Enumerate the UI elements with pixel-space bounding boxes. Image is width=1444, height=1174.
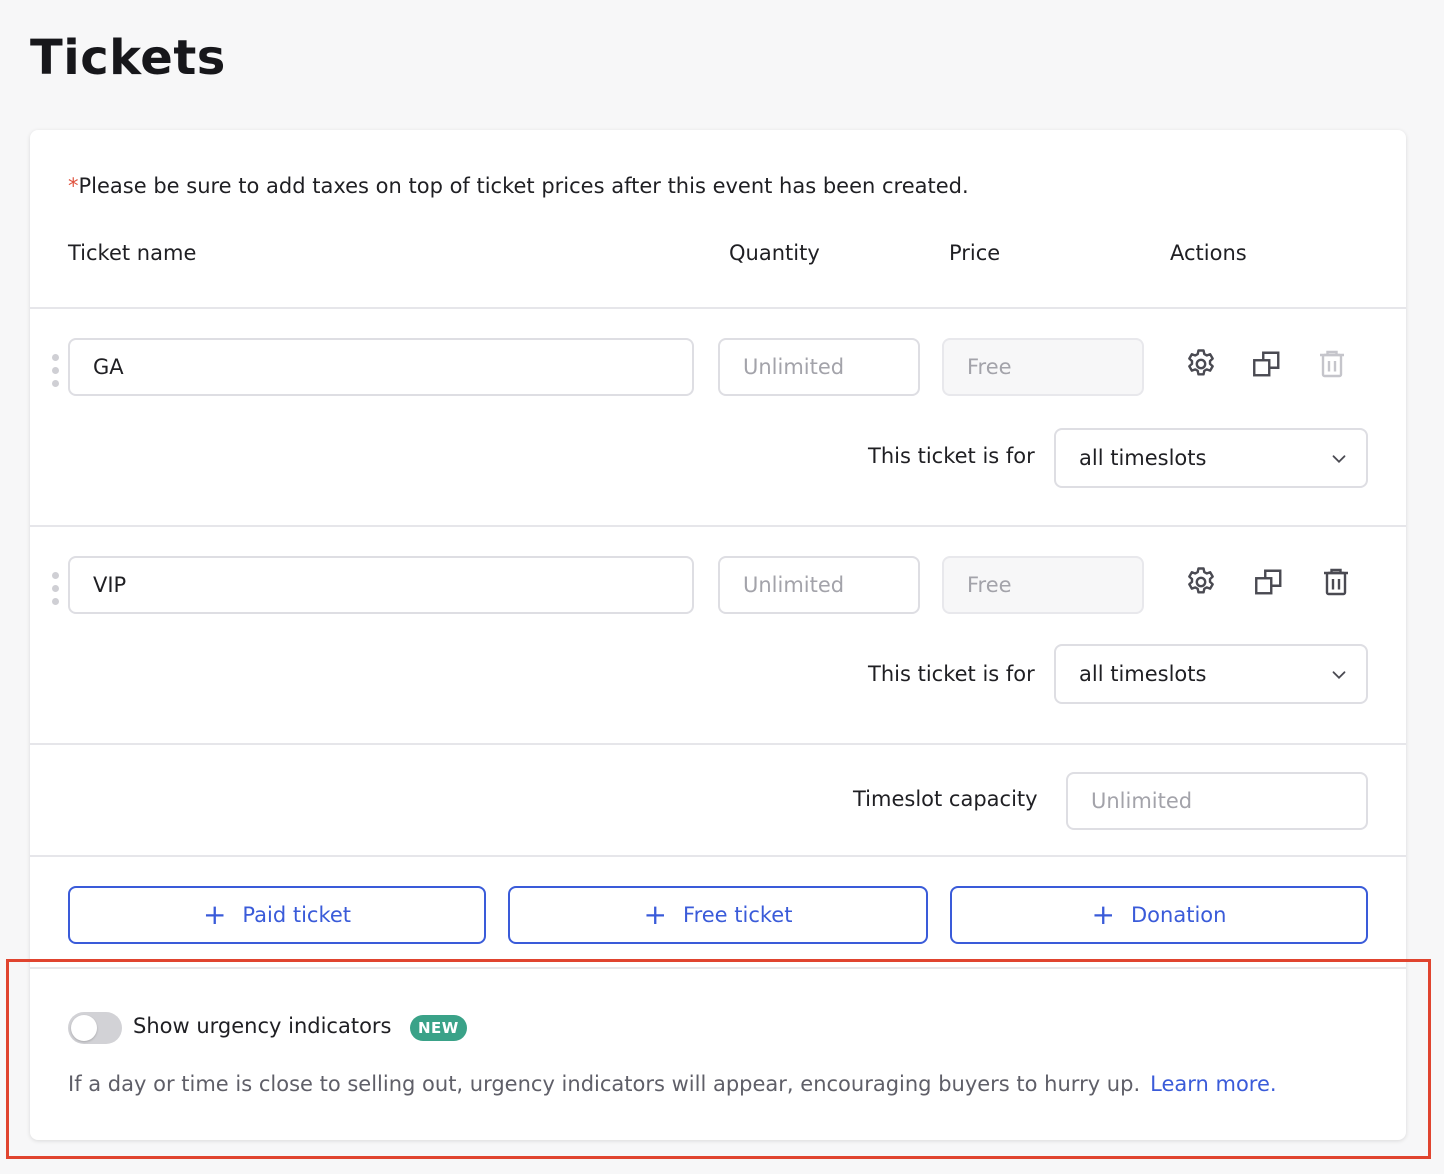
duplicate-icon[interactable]: [1247, 344, 1287, 384]
ticket-for-label: This ticket is for: [868, 662, 1035, 686]
duplicate-icon[interactable]: [1249, 562, 1289, 602]
trash-icon[interactable]: [1316, 562, 1356, 602]
plus-icon: +: [643, 898, 668, 931]
column-header-quantity: Quantity: [729, 241, 820, 265]
learn-more-link[interactable]: Learn more.: [1150, 1072, 1276, 1096]
page-title: Tickets: [30, 30, 226, 86]
chevron-down-icon: [1332, 671, 1346, 680]
notice-asterisk: *: [68, 174, 79, 198]
tax-notice: *Please be sure to add taxes on top of t…: [68, 174, 969, 198]
add-donation-label: Donation: [1131, 903, 1227, 927]
timeslot-select[interactable]: all timeslots: [1054, 644, 1368, 704]
gear-icon[interactable]: [1181, 344, 1221, 384]
divider: [30, 525, 1406, 527]
divider: [30, 307, 1406, 309]
chevron-down-icon: [1332, 455, 1346, 464]
add-paid-ticket-button[interactable]: + Paid ticket: [68, 886, 486, 944]
column-header-actions: Actions: [1170, 241, 1247, 265]
ticket-price-input: Free: [942, 556, 1144, 614]
column-header-price: Price: [949, 241, 1001, 265]
timeslot-select-value: all timeslots: [1079, 662, 1207, 686]
divider: [30, 743, 1406, 745]
ticket-quantity-input[interactable]: Unlimited: [718, 338, 920, 396]
ticket-price-input: Free: [942, 338, 1144, 396]
ticket-name-input[interactable]: VIP: [68, 556, 694, 614]
timeslot-capacity-label: Timeslot capacity: [853, 787, 1038, 811]
notice-text: Please be sure to add taxes on top of ti…: [78, 174, 969, 198]
urgency-indicators-toggle[interactable]: [68, 1012, 122, 1044]
timeslot-select-value: all timeslots: [1079, 446, 1207, 470]
add-free-ticket-button[interactable]: + Free ticket: [508, 886, 928, 944]
gear-icon[interactable]: [1181, 562, 1221, 602]
drag-handle-icon[interactable]: [52, 572, 60, 611]
drag-handle-icon[interactable]: [52, 354, 60, 393]
urgency-indicators-label: Show urgency indicators: [133, 1014, 392, 1038]
ticket-quantity-input[interactable]: Unlimited: [718, 556, 920, 614]
urgency-description-text: If a day or time is close to selling out…: [68, 1072, 1141, 1096]
add-donation-button[interactable]: + Donation: [950, 886, 1368, 944]
toggle-knob: [71, 1015, 97, 1041]
divider: [30, 855, 1406, 857]
ticket-name-input[interactable]: GA: [68, 338, 694, 396]
trash-icon: [1312, 344, 1352, 384]
add-paid-ticket-label: Paid ticket: [242, 903, 352, 927]
plus-icon: +: [202, 898, 227, 931]
ticket-for-label: This ticket is for: [868, 444, 1035, 468]
plus-icon: +: [1091, 898, 1116, 931]
timeslot-select[interactable]: all timeslots: [1054, 428, 1368, 488]
divider: [30, 967, 1406, 969]
timeslot-capacity-input[interactable]: Unlimited: [1066, 772, 1368, 830]
tickets-card: *Please be sure to add taxes on top of t…: [30, 130, 1406, 1140]
urgency-description: If a day or time is close to selling out…: [68, 1072, 1277, 1096]
column-header-ticket-name: Ticket name: [68, 241, 197, 265]
new-badge: NEW: [410, 1015, 467, 1041]
add-free-ticket-label: Free ticket: [683, 903, 793, 927]
